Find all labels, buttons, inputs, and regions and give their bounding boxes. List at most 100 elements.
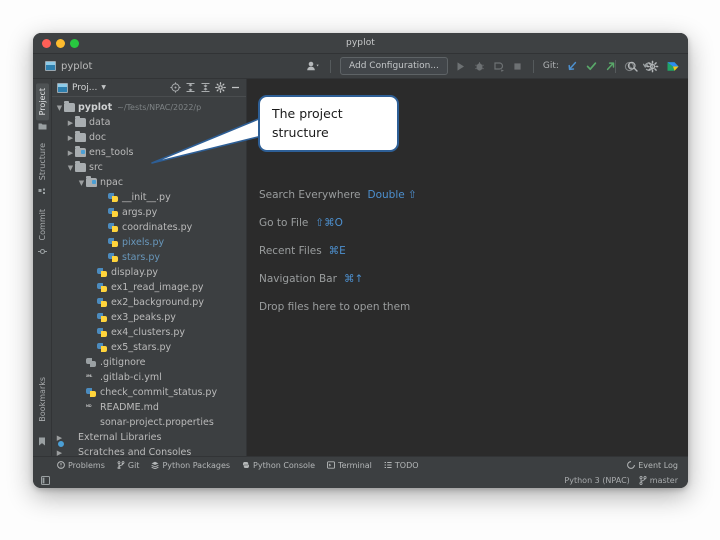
tree-node[interactable]: .gitlab-ci.yml: [52, 370, 246, 385]
sidebar-item-commit[interactable]: Commit: [36, 204, 49, 245]
run-icon[interactable]: [454, 60, 467, 73]
tree-node-label: coordinates.py: [122, 222, 193, 233]
tree-node[interactable]: ▶ ens_tools: [52, 145, 246, 160]
select-opened-file-icon[interactable]: [170, 82, 181, 93]
python-file-icon: [108, 222, 119, 233]
tree-node-label: ex3_peaks.py: [111, 312, 176, 323]
tree-node-label: ex1_read_image.py: [111, 282, 204, 293]
tree-node-label: External Libraries: [78, 432, 162, 443]
shortcut-keys: ⌘↑: [343, 273, 364, 285]
tree-node-label: Scratches and Consoles: [78, 447, 192, 456]
chevron-down-icon[interactable]: ▼: [77, 179, 86, 187]
datalore-icon[interactable]: [666, 60, 680, 73]
bottom-tab-terminal[interactable]: Terminal: [327, 461, 372, 470]
bottom-tab-label: Terminal: [338, 460, 372, 470]
navigation-bar[interactable]: pyplot: [33, 61, 92, 72]
bottom-tab-python-console[interactable]: Python Console: [242, 461, 315, 470]
tree-node[interactable]: ex3_peaks.py: [52, 310, 246, 325]
profile-icon[interactable]: [492, 60, 505, 73]
event-log-tab[interactable]: Event Log: [627, 461, 678, 470]
sidebar-item-project[interactable]: Project: [35, 83, 49, 121]
tree-node[interactable]: .gitignore: [52, 355, 246, 370]
bottom-tab-git[interactable]: Git: [117, 461, 139, 470]
tree-node-label: ex4_clusters.py: [111, 327, 186, 338]
debug-icon[interactable]: [473, 60, 486, 73]
chevron-right-icon[interactable]: ▶: [55, 449, 64, 457]
tree-node[interactable]: ex5_stars.py: [52, 340, 246, 355]
bottom-tab-label: TODO: [394, 460, 419, 470]
tree-node[interactable]: check_commit_status.py: [52, 385, 246, 400]
rail-project-label: Project: [37, 88, 47, 116]
tree-node[interactable]: display.py: [52, 265, 246, 280]
rail-structure-label: Structure: [37, 143, 47, 181]
gitignore-file-icon: [86, 357, 97, 368]
tree-node-label: npac: [100, 177, 124, 188]
bottom-tool-tabs: Problems Git Python Packages Python Console…: [33, 456, 688, 473]
tree-node[interactable]: README.md: [52, 400, 246, 415]
tree-node-label: args.py: [122, 207, 158, 218]
tree-node[interactable]: coordinates.py: [52, 220, 246, 235]
add-configuration-button[interactable]: Add Configuration...: [340, 57, 448, 75]
tree-node-label: sonar-project.properties: [100, 417, 214, 428]
tree-node-label: ens_tools: [89, 147, 134, 158]
problems-icon: [57, 461, 65, 469]
tree-node[interactable]: ▶ doc: [52, 130, 246, 145]
tree-node[interactable]: ex4_clusters.py: [52, 325, 246, 340]
tree-node[interactable]: ▶ data: [52, 115, 246, 130]
tree-node[interactable]: ex1_read_image.py: [52, 280, 246, 295]
run-configuration-icon[interactable]: [305, 60, 321, 72]
chevron-down-icon[interactable]: ▼: [66, 164, 75, 172]
callout-bubble: The project structure: [258, 95, 399, 152]
callout-line-2: structure: [272, 125, 329, 140]
folder-icon: [75, 116, 86, 128]
chevron-down-icon[interactable]: ▼: [101, 84, 106, 91]
chevron-right-icon[interactable]: ▶: [66, 149, 75, 157]
python-file-icon: [97, 312, 108, 323]
expand-all-icon[interactable]: [185, 82, 196, 93]
tree-node[interactable]: ▼ pyplot ~/Tests/NPAC/2022/p: [52, 100, 246, 115]
toolbar-right-group: [612, 54, 680, 78]
update-project-icon[interactable]: [566, 60, 579, 73]
sidebar-item-bookmarks[interactable]: Bookmarks: [36, 372, 49, 427]
tree-node[interactable]: ▶ Scratches and Consoles: [52, 445, 246, 456]
project-tree[interactable]: ▼ pyplot ~/Tests/NPAC/2022/p ▶ data ▶ doc ▶ ens_…: [52, 97, 246, 456]
tool-layout-icon[interactable]: [41, 476, 50, 485]
shortcut-name: Go to File: [259, 217, 309, 229]
properties-file-icon: [86, 417, 97, 428]
toolbar-divider: [330, 59, 331, 73]
sidebar-item-structure[interactable]: Structure: [36, 138, 49, 185]
chevron-down-icon[interactable]: ▼: [55, 104, 64, 112]
tree-node[interactable]: __init__.py: [52, 190, 246, 205]
tree-node-label: README.md: [100, 402, 159, 413]
stop-icon[interactable]: [511, 60, 524, 73]
tree-node[interactable]: stars.py: [52, 250, 246, 265]
panel-settings-icon[interactable]: [215, 82, 226, 93]
window-title: pyplot: [346, 38, 375, 48]
terminal-icon: [327, 461, 336, 469]
commit-icon[interactable]: [585, 60, 598, 73]
tree-node[interactable]: ex2_background.py: [52, 295, 246, 310]
tree-node[interactable]: ▼ src: [52, 160, 246, 175]
bottom-tab-todo[interactable]: TODO: [384, 461, 419, 470]
interpreter-status[interactable]: Python 3 (NPAC): [564, 476, 629, 485]
packages-icon: [151, 461, 160, 469]
chevron-right-icon[interactable]: ▶: [66, 119, 75, 127]
project-folder-icon: [38, 122, 47, 130]
settings-icon[interactable]: [646, 60, 659, 73]
chevron-right-icon[interactable]: ▶: [66, 134, 75, 142]
tree-node[interactable]: sonar-project.properties: [52, 415, 246, 430]
shortcut-name: Recent Files: [259, 245, 322, 257]
shortcut-hints: Search Everywhere Double ⇧ Go to File ⇧⌘O Re…: [259, 189, 688, 313]
tree-node[interactable]: ▶ External Libraries: [52, 430, 246, 445]
tree-node-label: .gitignore: [100, 357, 146, 368]
hide-panel-icon[interactable]: [230, 82, 241, 93]
tree-node[interactable]: ▼ npac: [52, 175, 246, 190]
python-file-icon: [108, 252, 119, 263]
branch-status[interactable]: master: [639, 476, 678, 485]
tree-node[interactable]: pixels.py: [52, 235, 246, 250]
bottom-tab-python-packages[interactable]: Python Packages: [151, 461, 230, 470]
search-icon[interactable]: [626, 60, 639, 73]
tree-node[interactable]: args.py: [52, 205, 246, 220]
collapse-all-icon[interactable]: [200, 82, 211, 93]
bottom-tab-problems[interactable]: Problems: [57, 461, 105, 470]
